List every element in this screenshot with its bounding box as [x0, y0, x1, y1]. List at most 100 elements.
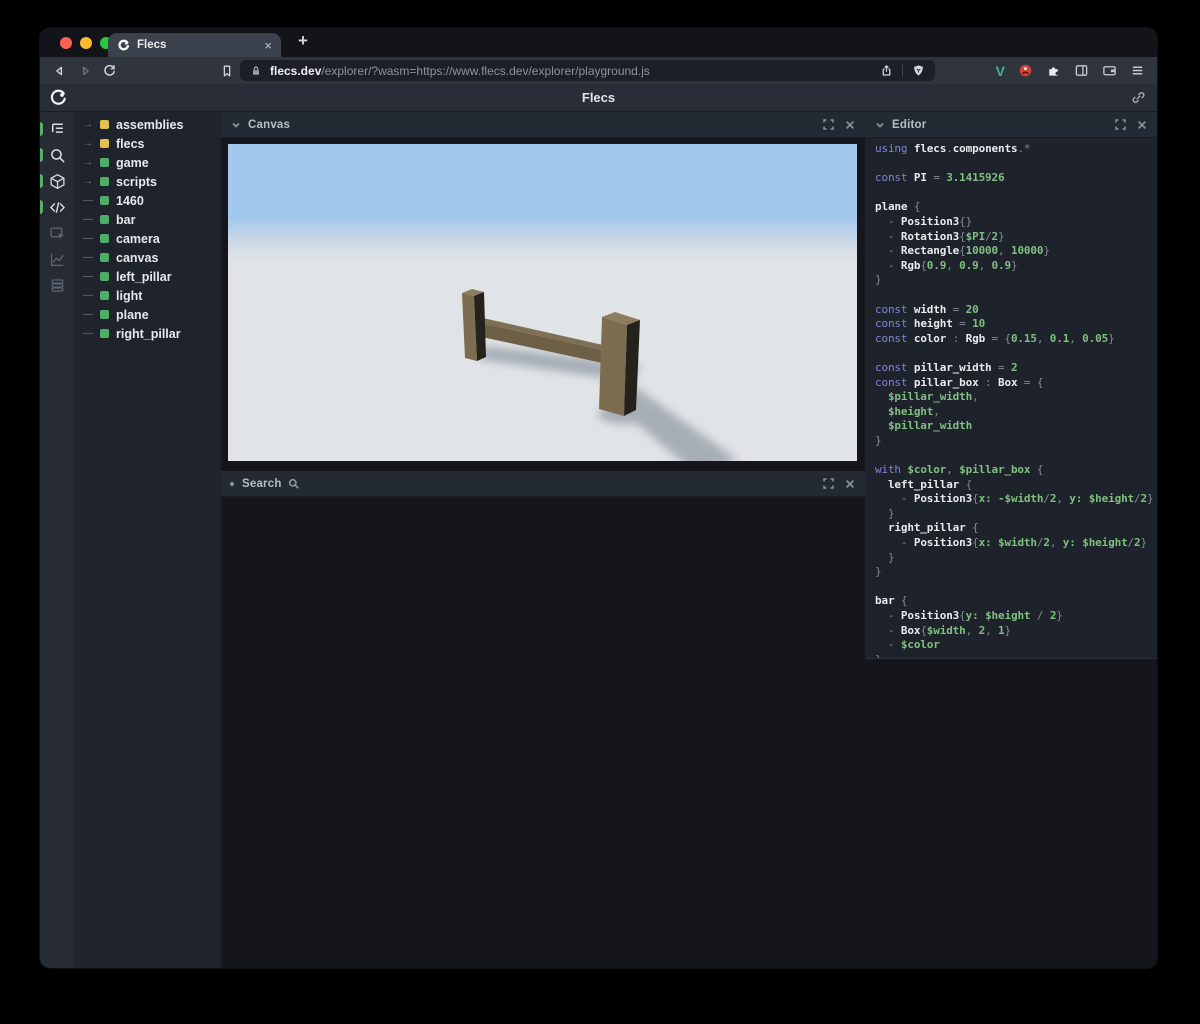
- expand-arrow-icon[interactable]: →: [83, 138, 100, 149]
- vue-devtools-icon[interactable]: V: [996, 63, 1005, 79]
- code-line[interactable]: [875, 448, 1157, 463]
- tree-item-right_pillar[interactable]: — right_pillar: [74, 324, 221, 343]
- code-line[interactable]: left_pillar {: [875, 478, 1157, 493]
- rail-item-entity-tree[interactable]: [40, 116, 74, 142]
- rail-item-tables[interactable]: [40, 272, 74, 298]
- share-icon[interactable]: [880, 64, 893, 77]
- code-line[interactable]: [875, 288, 1157, 303]
- tree-item-game[interactable]: → game: [74, 153, 221, 172]
- brave-shield-icon[interactable]: [912, 64, 925, 77]
- tree-item-plane[interactable]: — plane: [74, 305, 221, 324]
- tree-item-flecs[interactable]: → flecs: [74, 134, 221, 153]
- tree-item-assemblies[interactable]: → assemblies: [74, 115, 221, 134]
- url-path: /explorer/?wasm=https://www.flecs.dev/ex…: [321, 63, 650, 78]
- code-line[interactable]: }: [875, 551, 1157, 566]
- code-line[interactable]: const height = 10: [875, 317, 1157, 332]
- entity-square-icon: [100, 196, 109, 205]
- code-line[interactable]: - $color: [875, 638, 1157, 653]
- chevron-down-icon[interactable]: [230, 119, 242, 131]
- red-extension-icon[interactable]: [1018, 63, 1033, 78]
- code-line[interactable]: using flecs.components.*: [875, 142, 1157, 157]
- entity-square-icon: [100, 177, 109, 186]
- close-window-button[interactable]: [60, 37, 72, 49]
- minimize-window-button[interactable]: [80, 37, 92, 49]
- rail-item-script-editor[interactable]: [40, 194, 74, 220]
- code-line[interactable]: [875, 580, 1157, 595]
- code-line[interactable]: - Box{$width, 2, 1}: [875, 624, 1157, 639]
- close-icon[interactable]: [844, 478, 856, 490]
- canvas-panel-title: Canvas: [248, 118, 291, 131]
- code-line[interactable]: const pillar_width = 2: [875, 361, 1157, 376]
- code-line[interactable]: $pillar_width: [875, 419, 1157, 434]
- rail-item-search[interactable]: [40, 142, 74, 168]
- rail-item-statistics[interactable]: [40, 246, 74, 272]
- collapsed-dot-icon[interactable]: [230, 481, 234, 486]
- close-icon[interactable]: [1136, 119, 1148, 131]
- fullscreen-icon[interactable]: [822, 477, 835, 490]
- expand-arrow-icon[interactable]: →: [83, 176, 100, 187]
- forward-button[interactable]: [78, 63, 93, 78]
- tree-item-light[interactable]: — light: [74, 286, 221, 305]
- fullscreen-icon[interactable]: [1114, 118, 1127, 131]
- tree-item-camera[interactable]: — camera: [74, 229, 221, 248]
- tree-item-left_pillar[interactable]: — left_pillar: [74, 267, 221, 286]
- code-line[interactable]: $pillar_width,: [875, 390, 1157, 405]
- code-line[interactable]: - Position3{y: $height / 2}: [875, 609, 1157, 624]
- expand-arrow-icon[interactable]: →: [83, 157, 100, 168]
- code-line[interactable]: plane {: [875, 200, 1157, 215]
- sidebar-icon[interactable]: [1074, 63, 1089, 78]
- tab-close-button[interactable]: ×: [264, 39, 272, 52]
- new-tab-button[interactable]: +: [291, 31, 315, 51]
- code-line[interactable]: const width = 20: [875, 303, 1157, 318]
- address-bar[interactable]: flecs.dev/explorer/?wasm=https://www.fle…: [240, 60, 935, 81]
- entity-tree: → assemblies → flecs → game → scripts —1460— bar —…: [74, 112, 221, 968]
- leaf-dash-icon: —: [83, 270, 93, 282]
- code-line[interactable]: - Rotation3{$PI/2}: [875, 230, 1157, 245]
- code-line[interactable]: - Position3{x: $width/2, y: $height/2}: [875, 536, 1157, 551]
- code-line[interactable]: $height,: [875, 405, 1157, 420]
- fullscreen-icon[interactable]: [822, 118, 835, 131]
- code-line[interactable]: [875, 346, 1157, 361]
- code-line[interactable]: - Position3{x: -$width/2, y: $height/2}: [875, 492, 1157, 507]
- code-line[interactable]: - Position3{}: [875, 215, 1157, 230]
- code-line[interactable]: }: [875, 565, 1157, 580]
- wallet-icon[interactable]: [1102, 63, 1117, 78]
- code-line[interactable]: }: [875, 653, 1157, 658]
- code-line[interactable]: }: [875, 507, 1157, 522]
- page-title: Flecs: [581, 90, 616, 105]
- canvas-3d-viewport[interactable]: [228, 144, 857, 461]
- code-line[interactable]: [875, 157, 1157, 172]
- rail-item-inspect[interactable]: [40, 220, 74, 246]
- code-line[interactable]: bar {: [875, 594, 1157, 609]
- code-line[interactable]: [875, 186, 1157, 201]
- chevron-down-icon[interactable]: [874, 119, 886, 131]
- expand-arrow-icon[interactable]: →: [83, 119, 100, 130]
- code-line[interactable]: const color : Rgb = {0.15, 0.1, 0.05}: [875, 332, 1157, 347]
- reload-button[interactable]: [102, 63, 117, 78]
- editor-panel-title: Editor: [892, 118, 927, 131]
- close-icon[interactable]: [844, 119, 856, 131]
- code-line[interactable]: - Rectangle{10000, 10000}: [875, 244, 1157, 259]
- tree-item-canvas[interactable]: — canvas: [74, 248, 221, 267]
- code-line[interactable]: const PI = 3.1415926: [875, 171, 1157, 186]
- main-area: Canvas Search Editor using flecs.compone…: [221, 112, 1157, 968]
- tree-item-scripts[interactable]: → scripts: [74, 172, 221, 191]
- editor-code[interactable]: using flecs.components.* const PI = 3.14…: [865, 138, 1157, 659]
- code-line[interactable]: }: [875, 273, 1157, 288]
- tree-item-1460[interactable]: — 1460: [74, 191, 221, 210]
- tree-item-bar[interactable]: — bar: [74, 210, 221, 229]
- bookmark-icon[interactable]: [220, 64, 234, 78]
- share-link-icon[interactable]: [1131, 90, 1146, 105]
- extensions-puzzle-icon[interactable]: [1046, 63, 1061, 78]
- code-line[interactable]: const pillar_box : Box = {: [875, 376, 1157, 391]
- code-line[interactable]: }: [875, 434, 1157, 449]
- code-line[interactable]: - Rgb{0.9, 0.9, 0.9}: [875, 259, 1157, 274]
- back-button[interactable]: [52, 63, 67, 78]
- rail-item-entities[interactable]: [40, 168, 74, 194]
- tree-item-label: left_pillar: [116, 269, 172, 284]
- menu-icon[interactable]: [1130, 63, 1145, 78]
- browser-tab[interactable]: Flecs ×: [108, 33, 281, 57]
- tree-item-label: canvas: [116, 250, 159, 265]
- code-line[interactable]: with $color, $pillar_box {: [875, 463, 1157, 478]
- code-line[interactable]: right_pillar {: [875, 521, 1157, 536]
